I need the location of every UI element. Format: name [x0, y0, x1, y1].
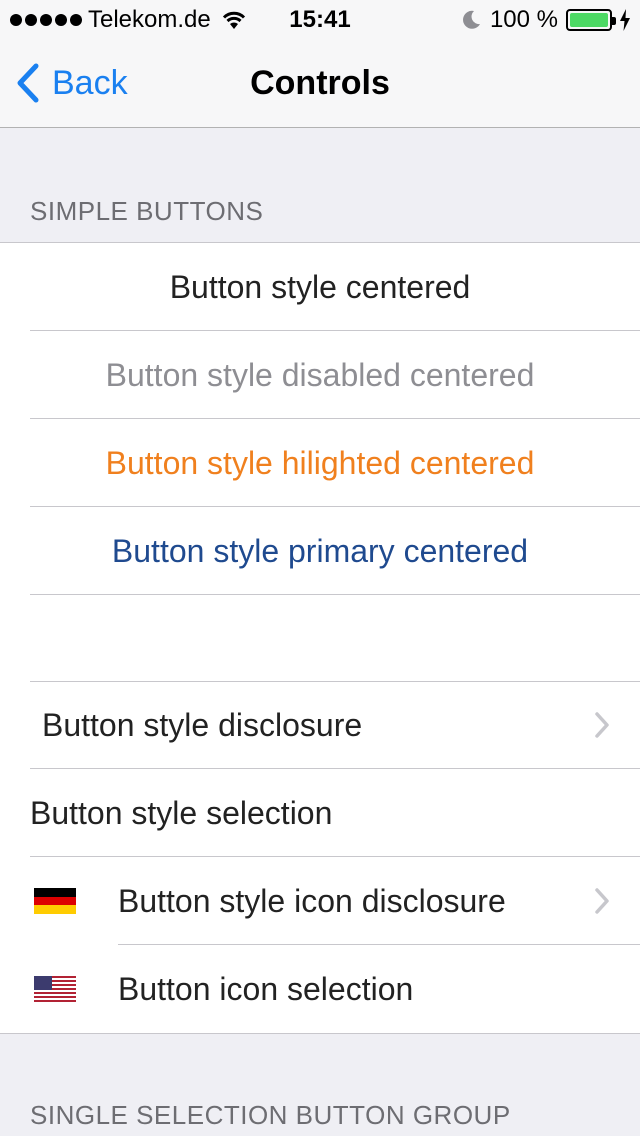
germany-flag-icon: [34, 888, 76, 914]
button-label: Button style hilighted centered: [105, 444, 535, 481]
status-bar: Telekom.de 15:41 100 %: [0, 0, 640, 40]
us-flag-icon: [34, 976, 76, 1002]
list-buttons-group: Button style disclosure Button style sel…: [0, 681, 640, 1034]
button-icon-selection[interactable]: Button icon selection: [0, 945, 640, 1033]
button-style-hilighted-centered[interactable]: Button style hilighted centered: [0, 419, 640, 507]
button-style-disabled-centered: Button style disabled centered: [0, 331, 640, 419]
chevron-right-icon: [595, 888, 609, 914]
moon-icon: [462, 10, 480, 29]
button-label: Button style centered: [169, 268, 471, 305]
charging-bolt-icon: [620, 9, 630, 31]
page-title: Controls: [250, 64, 390, 102]
button-style-disclosure[interactable]: Button style disclosure: [0, 681, 640, 769]
button-label: Button style icon disclosure: [118, 882, 506, 919]
button-label: Button style disabled centered: [105, 356, 535, 393]
navigation-bar: Back Controls: [0, 40, 640, 128]
section-header-simple-buttons: SIMPLE BUTTONS: [30, 196, 264, 226]
button-style-primary-centered[interactable]: Button style primary centered: [0, 507, 640, 595]
button-style-selection[interactable]: Button style selection: [0, 769, 640, 857]
button-label: Button icon selection: [118, 970, 414, 1007]
section-header-single-selection: SINGLE SELECTION BUTTON GROUP: [30, 1100, 511, 1130]
chevron-right-icon: [595, 712, 609, 738]
button-label: Button style primary centered: [111, 532, 529, 569]
centered-buttons-group: Button style centered Button style disab…: [0, 242, 640, 683]
status-right: 100 %: [460, 6, 630, 34]
button-label: Button style selection: [30, 794, 333, 831]
button-style-centered[interactable]: Button style centered: [0, 243, 640, 331]
button-style-icon-disclosure[interactable]: Button style icon disclosure: [0, 857, 640, 945]
button-label: Button style disclosure: [42, 706, 363, 743]
battery-icon: [566, 9, 616, 31]
battery-percent: 100 %: [489, 6, 558, 33]
